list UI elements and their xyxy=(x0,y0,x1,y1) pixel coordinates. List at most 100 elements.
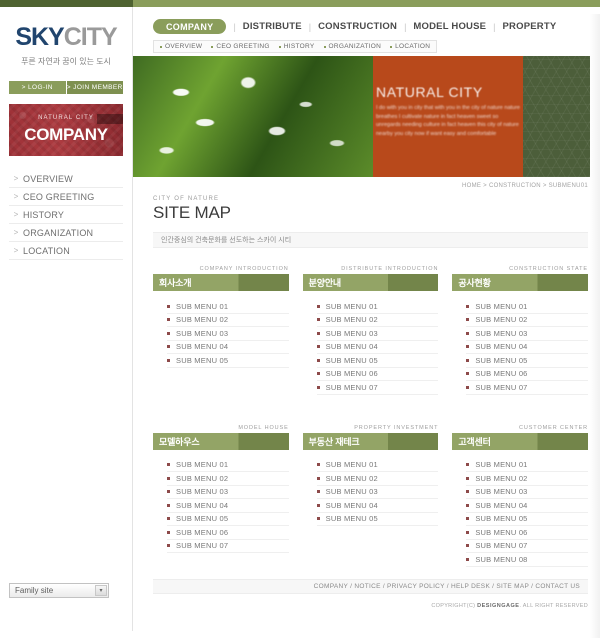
sidebar-item-overview[interactable]: > OVERVIEW xyxy=(9,170,123,188)
sidebar-item-label: OVERVIEW xyxy=(23,173,73,184)
bullet-icon xyxy=(167,503,170,507)
join-member-button[interactable]: > JOIN MEMBER xyxy=(65,81,123,94)
list-item[interactable]: SUB MENU 03 xyxy=(316,327,439,341)
list-item[interactable]: SUB MENU 06 xyxy=(466,368,589,381)
bullet-icon xyxy=(316,476,320,480)
list-item[interactable]: SUB MENU 01 xyxy=(316,459,439,472)
list-item[interactable]: SUB MENU 04 xyxy=(466,341,589,354)
nav-item-property[interactable]: PROPERTY xyxy=(503,21,557,32)
subnav-item-history[interactable]: HISTORY xyxy=(278,43,315,50)
list-item[interactable]: SUB MENU 08 xyxy=(466,553,589,567)
family-site-select[interactable]: Family site ▾ xyxy=(9,583,109,598)
list-item-label: SUB MENU 02 xyxy=(176,473,229,483)
list-item-label: SUB MENU 01 xyxy=(475,301,528,311)
list-item[interactable]: SUB MENU 04 xyxy=(167,499,289,513)
list-item[interactable]: SUB MENU 01 xyxy=(167,459,289,472)
list-item[interactable]: SUB MENU 07 xyxy=(167,540,289,553)
list-item[interactable]: SUB MENU 02 xyxy=(466,472,589,486)
sidebar-item-organization[interactable]: > ORGANIZATION xyxy=(9,224,123,242)
column-header: 부동산 재테크 xyxy=(302,432,439,450)
chevron-down-icon[interactable]: ▾ xyxy=(95,585,107,596)
bullet-icon xyxy=(466,517,470,521)
list-item[interactable]: SUB MENU 07 xyxy=(316,381,439,395)
list-item-label: SUB MENU 05 xyxy=(325,355,378,365)
list-item[interactable]: SUB MENU 02 xyxy=(167,314,289,327)
logo[interactable]: SKYCITY 푸른 자연과 꿈이 있는 도시 xyxy=(0,7,132,67)
list-item[interactable]: SUB MENU 04 xyxy=(316,499,439,513)
list-item-label: SUB MENU 01 xyxy=(325,460,378,470)
column-eyebrow: DISTRIBUTE INTRODUCTION xyxy=(341,266,439,272)
list-item[interactable]: SUB MENU 05 xyxy=(466,354,589,368)
list-item[interactable]: SUB MENU 07 xyxy=(466,540,589,553)
footer-links[interactable]: COMPANY / NOTICE / PRIVACY POLICY / HELP… xyxy=(153,579,588,594)
sidebar-item-label: CEO GREETING xyxy=(23,191,95,202)
list-item-label: SUB MENU 06 xyxy=(475,527,528,537)
nav-item-construction[interactable]: CONSTRUCTION xyxy=(318,21,397,32)
sitemap-row-2: MODEL HOUSE 모델하우스 SUB MENU 01 SUB MENU 0… xyxy=(153,425,589,567)
subnav-item-location[interactable]: LOCATION xyxy=(390,43,430,50)
column-title: 부동산 재테크 xyxy=(308,436,360,447)
bullet-icon xyxy=(167,345,170,349)
list-item[interactable]: SUB MENU 02 xyxy=(316,472,439,486)
list-item[interactable]: SUB MENU 02 xyxy=(316,314,439,327)
list-item[interactable]: SUB MENU 01 xyxy=(167,300,289,314)
nav-item-model-house[interactable]: MODEL HOUSE xyxy=(413,21,486,32)
nav-item-company[interactable]: COMPANY xyxy=(153,19,227,34)
subnav-item-overview[interactable]: OVERVIEW xyxy=(160,43,202,50)
chevron-right-icon: > xyxy=(13,246,19,255)
column-header: 고객센터 xyxy=(452,432,589,450)
list-item[interactable]: SUB MENU 02 xyxy=(466,314,589,327)
list-item[interactable]: SUB MENU 01 xyxy=(466,459,589,472)
list-item[interactable]: SUB MENU 05 xyxy=(316,354,439,368)
sidebar-item-ceo-greeting[interactable]: > CEO GREETING xyxy=(9,188,123,206)
copyright-prefix: COPYRIGHT(C) xyxy=(431,603,478,609)
sidebar-item-location[interactable]: > LOCATION xyxy=(9,242,123,260)
list-item[interactable]: SUB MENU 05 xyxy=(167,354,289,368)
login-button[interactable]: > LOG-IN xyxy=(9,81,66,94)
bullet-icon xyxy=(316,463,320,467)
nav-item-distribute[interactable]: DISTRIBUTE xyxy=(243,21,302,32)
bullet-icon xyxy=(466,503,470,507)
list-item[interactable]: SUB MENU 03 xyxy=(167,327,289,341)
list-item[interactable]: SUB MENU 05 xyxy=(316,513,439,526)
subnav-item-organization[interactable]: ORGANIZATION xyxy=(323,43,382,50)
list-item-label: SUB MENU 07 xyxy=(325,382,378,392)
page-title: SITE MAP xyxy=(153,203,231,222)
subnav-item-ceo-greeting[interactable]: CEO GREETING xyxy=(211,43,269,50)
list-item-label: SUB MENU 06 xyxy=(475,369,528,379)
list-item-label: SUB MENU 05 xyxy=(475,514,528,524)
sidebar-item-history[interactable]: > HISTORY xyxy=(9,206,123,224)
banner-subtitle: NATURAL CITY xyxy=(38,115,94,121)
sitemap-column-model-house: MODEL HOUSE 모델하우스 SUB MENU 01 SUB MENU 0… xyxy=(153,425,289,567)
list-item[interactable]: SUB MENU 03 xyxy=(167,486,289,499)
list-item[interactable]: SUB MENU 04 xyxy=(167,341,289,354)
list-item-label: SUB MENU 04 xyxy=(176,500,229,510)
list-item-label: SUB MENU 01 xyxy=(176,301,229,311)
bullet-icon xyxy=(316,304,320,308)
list-item[interactable]: SUB MENU 03 xyxy=(466,486,589,499)
list-item[interactable]: SUB MENU 06 xyxy=(466,526,589,540)
bullet-icon xyxy=(167,530,170,534)
list-item[interactable]: SUB MENU 03 xyxy=(466,327,589,341)
family-site-wrap: Family site ▾ xyxy=(9,583,109,598)
list-item[interactable]: SUB MENU 02 xyxy=(167,472,289,486)
list-item[interactable]: SUB MENU 04 xyxy=(466,499,589,513)
list-item[interactable]: SUB MENU 03 xyxy=(316,486,439,499)
list-item[interactable]: SUB MENU 06 xyxy=(316,368,439,381)
list-item-label: SUB MENU 07 xyxy=(176,541,229,551)
list-item[interactable]: SUB MENU 01 xyxy=(316,300,439,314)
list-item[interactable]: SUB MENU 05 xyxy=(466,513,589,526)
page-root: SKYCITY 푸른 자연과 꿈이 있는 도시 > LOG-IN > JOIN … xyxy=(0,0,600,638)
sitemap-column-property: PROPERTY INVESTMENT 부동산 재테크 SUB MENU 01 … xyxy=(302,425,439,567)
list-item[interactable]: SUB MENU 07 xyxy=(466,381,589,395)
bullet-icon xyxy=(167,517,170,521)
column-title: 공사현황 xyxy=(458,278,491,288)
column-eyebrow: MODEL HOUSE xyxy=(238,424,289,431)
list-item[interactable]: SUB MENU 06 xyxy=(167,526,289,540)
list-item-label: SUB MENU 03 xyxy=(475,328,528,338)
list-item[interactable]: SUB MENU 04 xyxy=(316,341,439,354)
list-item[interactable]: SUB MENU 01 xyxy=(466,300,589,314)
banner-title: COMPANY xyxy=(24,125,108,144)
subnav-label: LOCATION xyxy=(395,43,431,50)
list-item[interactable]: SUB MENU 05 xyxy=(167,513,289,526)
